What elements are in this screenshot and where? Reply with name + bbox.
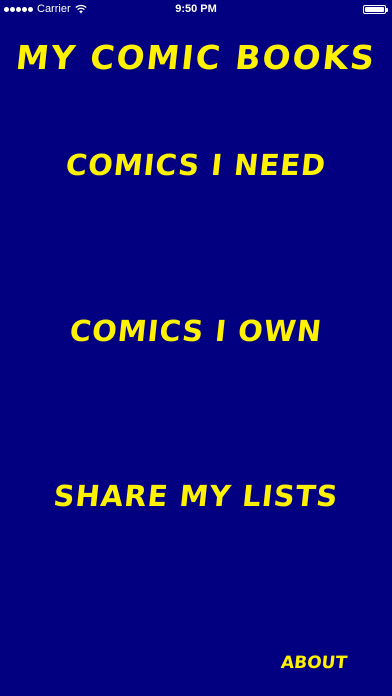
status-bar: Carrier 9:50 PM [0,0,392,20]
battery-icon [363,5,388,14]
comics-i-own-button[interactable]: Comics I Own [0,311,392,351]
app-title: My Comic Books [14,38,379,77]
share-my-lists-button[interactable]: Share My Lists [0,476,392,516]
status-time: 9:50 PM [175,3,217,15]
about-button[interactable]: About [280,652,348,674]
comics-i-need-button[interactable]: Comics I Need [0,145,392,185]
